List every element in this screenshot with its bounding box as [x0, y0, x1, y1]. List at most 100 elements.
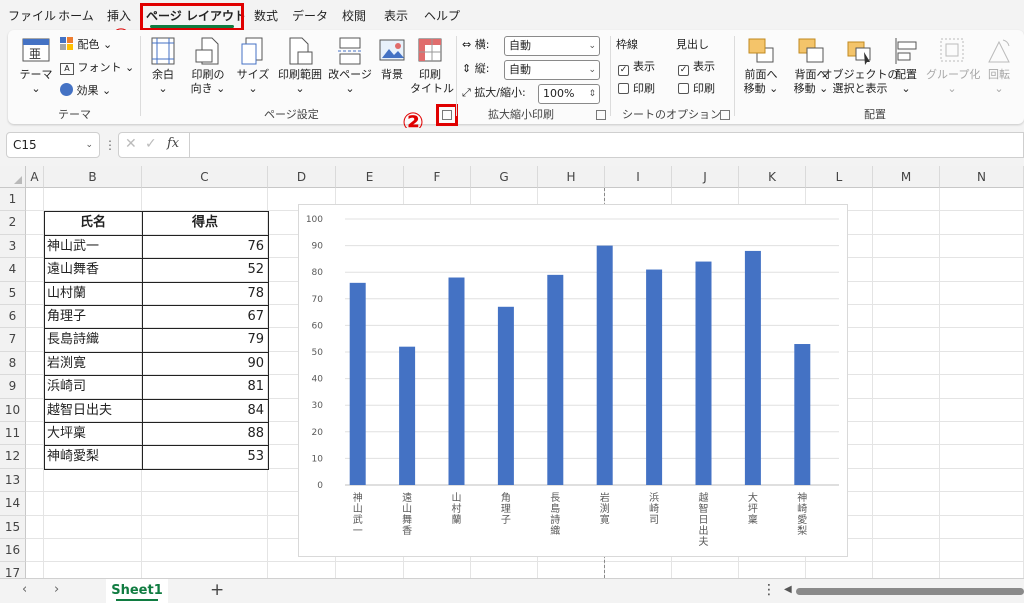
table-cell-score[interactable]: 79 — [142, 328, 264, 351]
gridlines-view-checkbox[interactable]: ✓ 表示 — [618, 58, 655, 76]
tab-formulas[interactable]: 数式 — [252, 6, 280, 26]
table-cell-name[interactable]: 岩渕寛 — [47, 352, 86, 375]
height-select[interactable]: 自動 ⌄ — [504, 60, 600, 80]
table-cell-score[interactable]: 67 — [142, 305, 264, 328]
row-header-13[interactable]: 13 — [0, 468, 26, 493]
column-header-c[interactable]: C — [142, 166, 268, 188]
scroll-left-icon[interactable]: ◀ — [784, 584, 792, 595]
column-header-j[interactable]: J — [672, 166, 739, 188]
row-header-2[interactable]: 2 — [0, 211, 26, 235]
column-header-a[interactable]: A — [26, 166, 44, 188]
table-cell-score[interactable]: 53 — [142, 445, 264, 468]
chevron-right-icon[interactable]: › — [54, 582, 59, 597]
add-sheet-button[interactable]: + — [210, 580, 224, 600]
row-header-6[interactable]: 6 — [0, 305, 26, 329]
effects-button[interactable]: 効果 ⌄ — [60, 82, 111, 100]
table-cell-score[interactable]: 90 — [142, 352, 264, 375]
tab-file[interactable]: ファイル — [8, 6, 56, 26]
column-header-k[interactable]: K — [739, 166, 806, 188]
row-header-16[interactable]: 16 — [0, 539, 26, 563]
table-cell-name[interactable]: 神崎愛梨 — [47, 445, 99, 468]
headings-view-checkbox[interactable]: ✓ 表示 — [678, 58, 715, 76]
colors-button[interactable]: 配色 ⌄ — [60, 36, 112, 54]
column-header-f[interactable]: F — [404, 166, 471, 188]
enter-check-icon[interactable]: ✓ — [145, 136, 157, 152]
row-header-10[interactable]: 10 — [0, 398, 26, 422]
headings-print-checkbox[interactable]: 印刷 — [678, 80, 715, 98]
column-header-d[interactable]: D — [268, 166, 336, 188]
bar-chart[interactable]: 0 10 20 30 40 50 60 70 80 90 100 神山武一 遠山舞香 山村蘭 角理子 長島詩織… — [298, 204, 848, 557]
tab-home[interactable]: ホーム — [56, 6, 96, 26]
print-titles-button[interactable]: 印刷 タイトル — [410, 36, 454, 96]
name-box[interactable]: C15 ⌄ — [6, 132, 100, 158]
more-options-icon[interactable]: ⋮ — [104, 138, 116, 152]
margins-button[interactable]: 余白 ⌄ — [146, 36, 180, 96]
gridlines-print-checkbox[interactable]: 印刷 — [618, 80, 655, 98]
cancel-icon[interactable]: ✕ — [125, 136, 137, 152]
row-header-12[interactable]: 12 — [0, 445, 26, 469]
table-cell-name[interactable]: 大坪稟 — [47, 422, 86, 445]
table-cell-name[interactable]: 遠山舞香 — [47, 258, 99, 281]
row-header-15[interactable]: 15 — [0, 515, 26, 539]
row-header-4[interactable]: 4 — [0, 258, 26, 282]
sheet-tab-sheet1[interactable]: Sheet1 — [106, 579, 168, 603]
breaks-button[interactable]: 改ページ ⌄ — [328, 36, 372, 96]
table-cell-score[interactable]: 81 — [142, 375, 264, 398]
formula-input[interactable] — [190, 132, 1024, 158]
column-header-e[interactable]: E — [336, 166, 404, 188]
table-cell-score[interactable]: 78 — [142, 282, 264, 305]
sheet-options-dialog-launcher[interactable] — [720, 110, 730, 120]
background-button[interactable]: 背景 — [374, 36, 410, 82]
row-header-5[interactable]: 5 — [0, 281, 26, 305]
column-header-l[interactable]: L — [806, 166, 873, 188]
column-header-m[interactable]: M — [873, 166, 940, 188]
column-header-h[interactable]: H — [538, 166, 605, 188]
column-header-i[interactable]: I — [605, 166, 672, 188]
more-options-icon[interactable]: ⋮ — [762, 582, 776, 598]
column-header-n[interactable]: N — [940, 166, 1024, 188]
tab-insert[interactable]: 挿入 — [104, 6, 134, 26]
tab-data[interactable]: データ — [292, 6, 328, 26]
table-cell-name[interactable]: 長島詩織 — [47, 328, 99, 351]
row-header-17[interactable]: 17 — [0, 562, 26, 578]
row-header-1[interactable]: 1 — [0, 188, 26, 212]
table-cell-name[interactable]: 山村蘭 — [47, 282, 86, 305]
table-cell-score[interactable]: 88 — [142, 422, 264, 445]
table-cell-name[interactable]: 角理子 — [47, 305, 86, 328]
row-header-11[interactable]: 11 — [0, 422, 26, 446]
insert-function-icon[interactable]: fx — [167, 136, 179, 151]
table-cell-score[interactable]: 52 — [142, 258, 264, 281]
horizontal-scrollbar[interactable] — [796, 588, 1024, 595]
width-select[interactable]: 自動 ⌄ — [504, 36, 600, 56]
themes-button[interactable]: 亜 テーマ ⌄ — [16, 36, 56, 96]
row-header-9[interactable]: 9 — [0, 375, 26, 399]
align-button[interactable]: 配置 ⌄ — [888, 36, 924, 96]
column-header-g[interactable]: G — [471, 166, 538, 188]
chevron-left-icon[interactable]: ‹ — [22, 582, 27, 597]
row-header-3[interactable]: 3 — [0, 234, 26, 259]
tab-view[interactable]: 表示 — [382, 6, 410, 26]
group-button[interactable]: グループ化 ⌄ — [926, 36, 980, 96]
fonts-button[interactable]: A フォント ⌄ — [60, 59, 134, 77]
scale-spinner[interactable]: 100% ⇕ — [538, 84, 600, 104]
table-cell-name[interactable]: 越智日出夫 — [47, 399, 112, 422]
table-header-name[interactable]: 氏名 — [44, 211, 142, 234]
tab-help[interactable]: ヘルプ — [424, 6, 460, 26]
table-cell-score[interactable]: 76 — [142, 235, 264, 258]
tab-review[interactable]: 校閲 — [340, 6, 368, 26]
select-all-corner[interactable] — [0, 166, 26, 188]
bring-forward-button[interactable]: 前面へ 移動 ⌄ — [738, 36, 784, 96]
table-header-score[interactable]: 得点 — [142, 211, 268, 234]
scale-dialog-launcher[interactable] — [596, 110, 606, 120]
print-area-button[interactable]: 印刷範囲 ⌄ — [276, 36, 324, 96]
orientation-button[interactable]: 印刷の 向き ⌄ — [186, 36, 230, 96]
table-cell-name[interactable]: 神山武一 — [47, 235, 99, 258]
table-cell-score[interactable]: 84 — [142, 399, 264, 422]
size-button[interactable]: サイズ ⌄ — [234, 36, 272, 96]
column-header-b[interactable]: B — [44, 166, 142, 188]
row-header-14[interactable]: 14 — [0, 492, 26, 516]
row-header-8[interactable]: 8 — [0, 351, 26, 376]
row-header-7[interactable]: 7 — [0, 328, 26, 352]
table-cell-name[interactable]: 浜崎司 — [47, 375, 86, 398]
rotate-button[interactable]: 回転 ⌄ — [982, 36, 1016, 96]
